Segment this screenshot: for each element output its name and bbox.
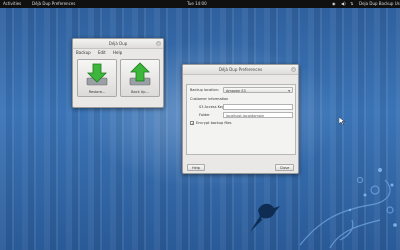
activities-button[interactable]: Activities — [3, 0, 21, 8]
chevron-down-icon: ▾ — [288, 89, 290, 93]
preferences-title: Déjà Dup Preferences — [218, 67, 263, 72]
preferences-titlebar[interactable]: Déjà Dup Preferences × — [183, 65, 298, 75]
restore-arrow-icon — [86, 63, 108, 86]
app-menu[interactable]: Déjà Dup Preferences — [32, 0, 75, 8]
backup-button[interactable]: Back Up... — [120, 59, 160, 97]
section-label: Customer information — [190, 97, 229, 101]
mouse-cursor-icon — [339, 117, 345, 125]
folder-label: Folder — [199, 113, 210, 117]
bird-icon — [250, 203, 280, 232]
close-button[interactable]: Close — [275, 164, 294, 171]
network-icon[interactable]: ⇅ — [350, 0, 353, 8]
menu-edit[interactable]: Edit — [98, 50, 106, 55]
deja-dup-main-window: Déjà Dup × Backup Edit Help Restore... B… — [72, 38, 164, 108]
backup-location-combo[interactable]: Amazon S3 ▾ — [223, 87, 293, 93]
storage-panel: Backup location: Amazon S3 ▾ Customer in… — [186, 84, 296, 155]
encrypt-checkbox[interactable]: ✓ — [190, 121, 194, 126]
preferences-window: Déjà Dup Preferences × StorageFilesSched… — [182, 64, 299, 174]
main-window-titlebar[interactable]: Déjà Dup × — [73, 39, 163, 49]
window-title: Déjà Dup — [108, 41, 128, 46]
restore-button[interactable]: Restore... — [77, 59, 117, 97]
backup-location-value: Amazon S3 — [226, 89, 246, 93]
help-button[interactable]: Help — [187, 164, 205, 171]
clock[interactable]: Tue 14:00 — [187, 0, 207, 8]
menubar: Backup Edit Help — [73, 49, 163, 56]
restore-label: Restore... — [88, 90, 106, 94]
menu-help[interactable]: Help — [113, 50, 122, 55]
menu-backup[interactable]: Backup — [76, 50, 91, 55]
top-panel: Activities Déjà Dup Preferences Tue 14:0… — [0, 0, 400, 8]
user-menu[interactable]: Deja Dup Backup User — [359, 0, 400, 8]
close-icon[interactable]: × — [291, 67, 296, 72]
close-icon[interactable]: × — [156, 41, 161, 46]
backup-location-label: Backup location: — [190, 88, 220, 92]
backup-arrow-icon — [129, 62, 151, 86]
accessibility-icon[interactable]: ◉ — [332, 0, 336, 8]
s3-access-key-field[interactable] — [223, 104, 293, 110]
folder-field[interactable]: localhost.localdomain — [223, 112, 293, 118]
volume-icon[interactable]: ◀) — [341, 0, 346, 8]
backup-label: Back Up... — [131, 90, 149, 94]
encrypt-label: Encrypt backup files — [196, 121, 232, 125]
